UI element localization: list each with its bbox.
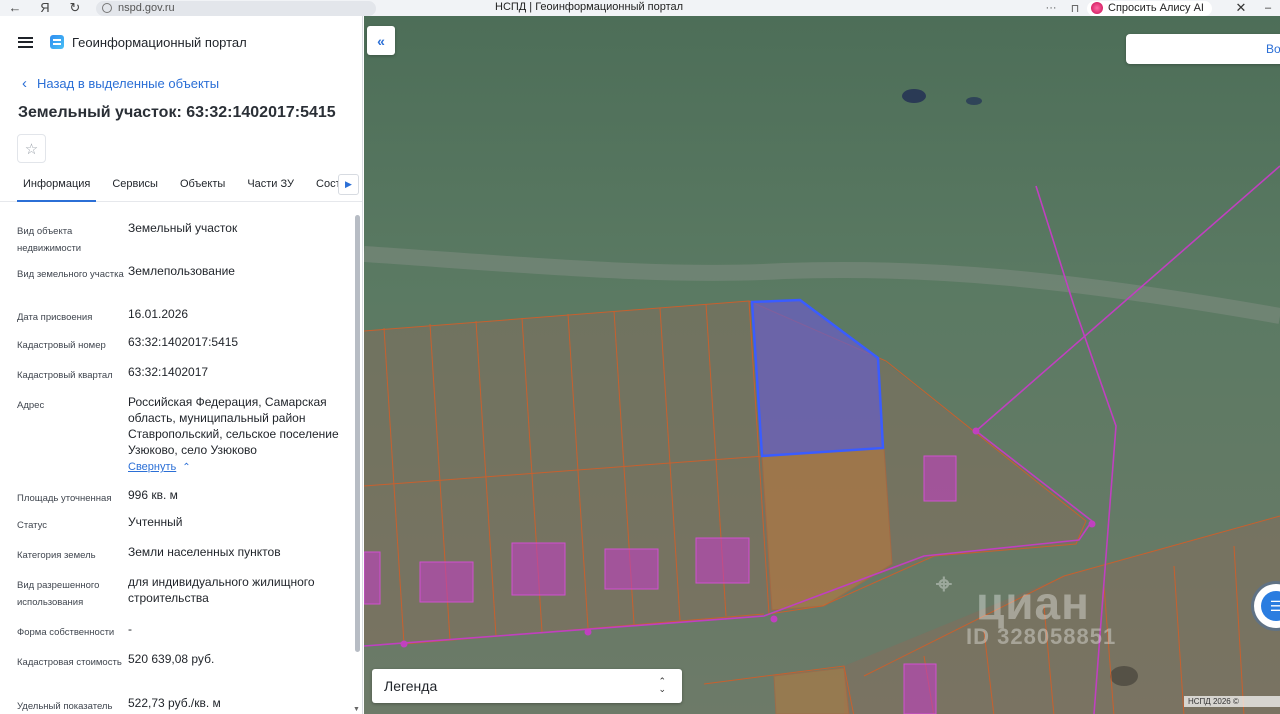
property-value: для индивидуального жилищного строительс… <box>128 575 315 605</box>
site-info-icon[interactable] <box>102 3 112 13</box>
map-canvas[interactable] <box>364 16 1280 714</box>
collapse-address-link[interactable]: Свернуть ⌃ <box>128 459 191 476</box>
map-copyright: НСПД 2026 © <box>1184 696 1280 707</box>
scroll-down-arrow-icon[interactable]: ▼ <box>353 706 360 713</box>
tab-title: НСПД | Геоинформационный портал <box>495 1 684 13</box>
property-value: 520 639,08 руб. <box>128 652 215 666</box>
scrollbar-thumb[interactable] <box>355 215 360 652</box>
pond <box>902 89 926 103</box>
property-value: Земли населенных пунктов <box>128 545 281 559</box>
tab-parts[interactable]: Части ЗУ <box>241 172 300 202</box>
property-label: Статус <box>17 520 48 531</box>
properties-list: Вид объекта недвижимости Земельный участ… <box>0 206 352 714</box>
reload-icon[interactable]: ↻ <box>60 0 90 16</box>
property-row: Кадастровый номер 63:32:1402017:5415 <box>0 334 343 354</box>
address-bar[interactable]: nspd.gov.ru <box>96 0 376 16</box>
property-value: - <box>128 622 132 636</box>
portal-logo-icon <box>50 35 64 49</box>
property-label: Вид разрешенного использования <box>17 580 100 608</box>
url-text: nspd.gov.ru <box>118 2 175 14</box>
property-row: Вид разрешенного использования для индив… <box>0 574 343 611</box>
property-label: Вид объекта недвижимости <box>17 226 82 254</box>
property-label: Кадастровый квартал <box>17 370 113 381</box>
property-value: 63:32:1402017:5415 <box>128 335 239 349</box>
property-value: Землепользование <box>128 264 235 278</box>
pond <box>966 97 982 105</box>
property-value: 522,73 руб./кв. м <box>128 696 221 710</box>
extension-icon[interactable]: ✕ <box>1226 0 1256 16</box>
property-value: Земельный участок <box>128 221 238 235</box>
watermark-text: циан <box>976 577 1090 629</box>
collapse-panel-button[interactable]: « <box>367 26 395 55</box>
favorite-button[interactable]: ☆ <box>17 134 46 163</box>
watermark-id: ID 328058851 <box>966 624 1117 649</box>
alisa-icon <box>1091 2 1104 14</box>
tab-objects[interactable]: Объекты <box>174 172 231 202</box>
back-to-selected-link[interactable]: ‹ Назад в выделенные объекты <box>0 68 362 98</box>
map-search-text: Во <box>1266 42 1280 56</box>
yandex-icon[interactable]: Я <box>30 0 60 16</box>
menu-icon[interactable] <box>18 36 33 48</box>
property-label: Адрес <box>17 400 45 411</box>
object-tabs: Информация Сервисы Объекты Части ЗУ Сост… <box>0 172 362 202</box>
chevron-up-icon: ⌃ <box>182 462 191 473</box>
property-label: Кадастровый номер <box>17 340 106 351</box>
property-value: 63:32:1402017 <box>128 365 209 379</box>
portal-title: Геоинформационный портал <box>72 34 247 50</box>
collapse-label: Свернуть <box>128 461 177 473</box>
property-value: Учтенный <box>128 515 183 529</box>
property-row: Кадастровая стоимость 520 639,08 руб. <box>0 651 343 671</box>
property-label: Вид земельного участка <box>17 269 124 280</box>
property-label: Площадь уточненная <box>17 493 112 504</box>
property-row: Категория земель Земли населенных пункто… <box>0 544 343 564</box>
property-row: Адрес Российская Федерация, Самарская об… <box>0 394 343 476</box>
object-title: Земельный участок: 63:32:1402017:5415 <box>18 104 336 121</box>
property-value: 996 кв. м <box>128 488 178 502</box>
bookmark-icon[interactable]: ⊓ <box>1063 2 1087 15</box>
tab-information[interactable]: Информация <box>17 172 97 202</box>
object-info-panel: Геоинформационный портал ‹ Назад в выдел… <box>0 16 363 714</box>
back-arrow-icon[interactable]: ← <box>0 0 30 16</box>
map-pin-icon: ⌖ <box>936 568 953 599</box>
property-row: Форма собственности - <box>0 621 343 641</box>
property-value: Российская Федерация, Самарская область,… <box>128 395 339 457</box>
property-label: Категория земель <box>17 550 96 561</box>
chevron-updown-icon: ⌃ ⌄ <box>658 676 666 694</box>
property-label: Дата присвоения <box>17 312 93 323</box>
legend-label: Легенда <box>384 678 438 694</box>
caret-right-icon: ▶ <box>345 179 352 189</box>
back-link-label: Назад в выделенные объекты <box>37 75 220 91</box>
chat-icon: ☰ <box>1261 591 1280 621</box>
panel-header: Геоинформационный портал <box>0 16 362 68</box>
double-chevron-left-icon: « <box>377 32 385 49</box>
property-label: Кадастровая стоимость <box>17 657 122 668</box>
tabs-scroll-right-button[interactable]: ▶ <box>338 174 359 195</box>
property-label: Форма собственности <box>17 627 115 638</box>
property-row: Дата присвоения 16.01.2026 <box>0 306 343 326</box>
property-row: Статус Учтенный <box>0 514 343 534</box>
neighbor-parcel[interactable] <box>773 667 850 714</box>
alisa-label: Спросить Алису AI <box>1108 2 1204 14</box>
property-row: Вид объекта недвижимости Земельный участ… <box>0 220 343 257</box>
address-value-block: Российская Федерация, Самарская область,… <box>128 394 343 476</box>
map-search-field[interactable]: Во <box>1126 34 1280 64</box>
more-icon[interactable]: ··· <box>1039 2 1063 14</box>
star-icon: ☆ <box>24 140 39 158</box>
properties-scrollbar[interactable]: ▼ <box>353 215 361 713</box>
chevron-left-icon: ‹ <box>22 74 27 92</box>
property-row: Удельный показатель 522,73 руб./кв. м <box>0 695 343 714</box>
property-value: 16.01.2026 <box>128 307 189 321</box>
property-row: Площадь уточненная 996 кв. м <box>0 487 343 507</box>
property-label: Удельный показатель <box>17 701 113 712</box>
browser-toolbar: ← Я ↻ nspd.gov.ru НСПД | Геоинформационн… <box>0 0 1280 16</box>
tab-services[interactable]: Сервисы <box>106 172 164 202</box>
property-row: Кадастровый квартал 63:32:1402017 <box>0 364 343 384</box>
cian-watermark: ⌖ циан ID 328058851 <box>936 568 1115 649</box>
property-row: Вид земельного участка Землепользование <box>0 263 343 283</box>
legend-dropdown[interactable]: Легенда ⌃ ⌄ <box>372 669 682 703</box>
map-view[interactable]: ⌖ циан ID 328058851 « Во Легенда ⌃ ⌄ ☰ НС… <box>364 16 1280 714</box>
ask-alisa-button[interactable]: Спросить Алису AI <box>1087 0 1212 16</box>
minimize-icon[interactable]: – <box>1256 2 1280 14</box>
